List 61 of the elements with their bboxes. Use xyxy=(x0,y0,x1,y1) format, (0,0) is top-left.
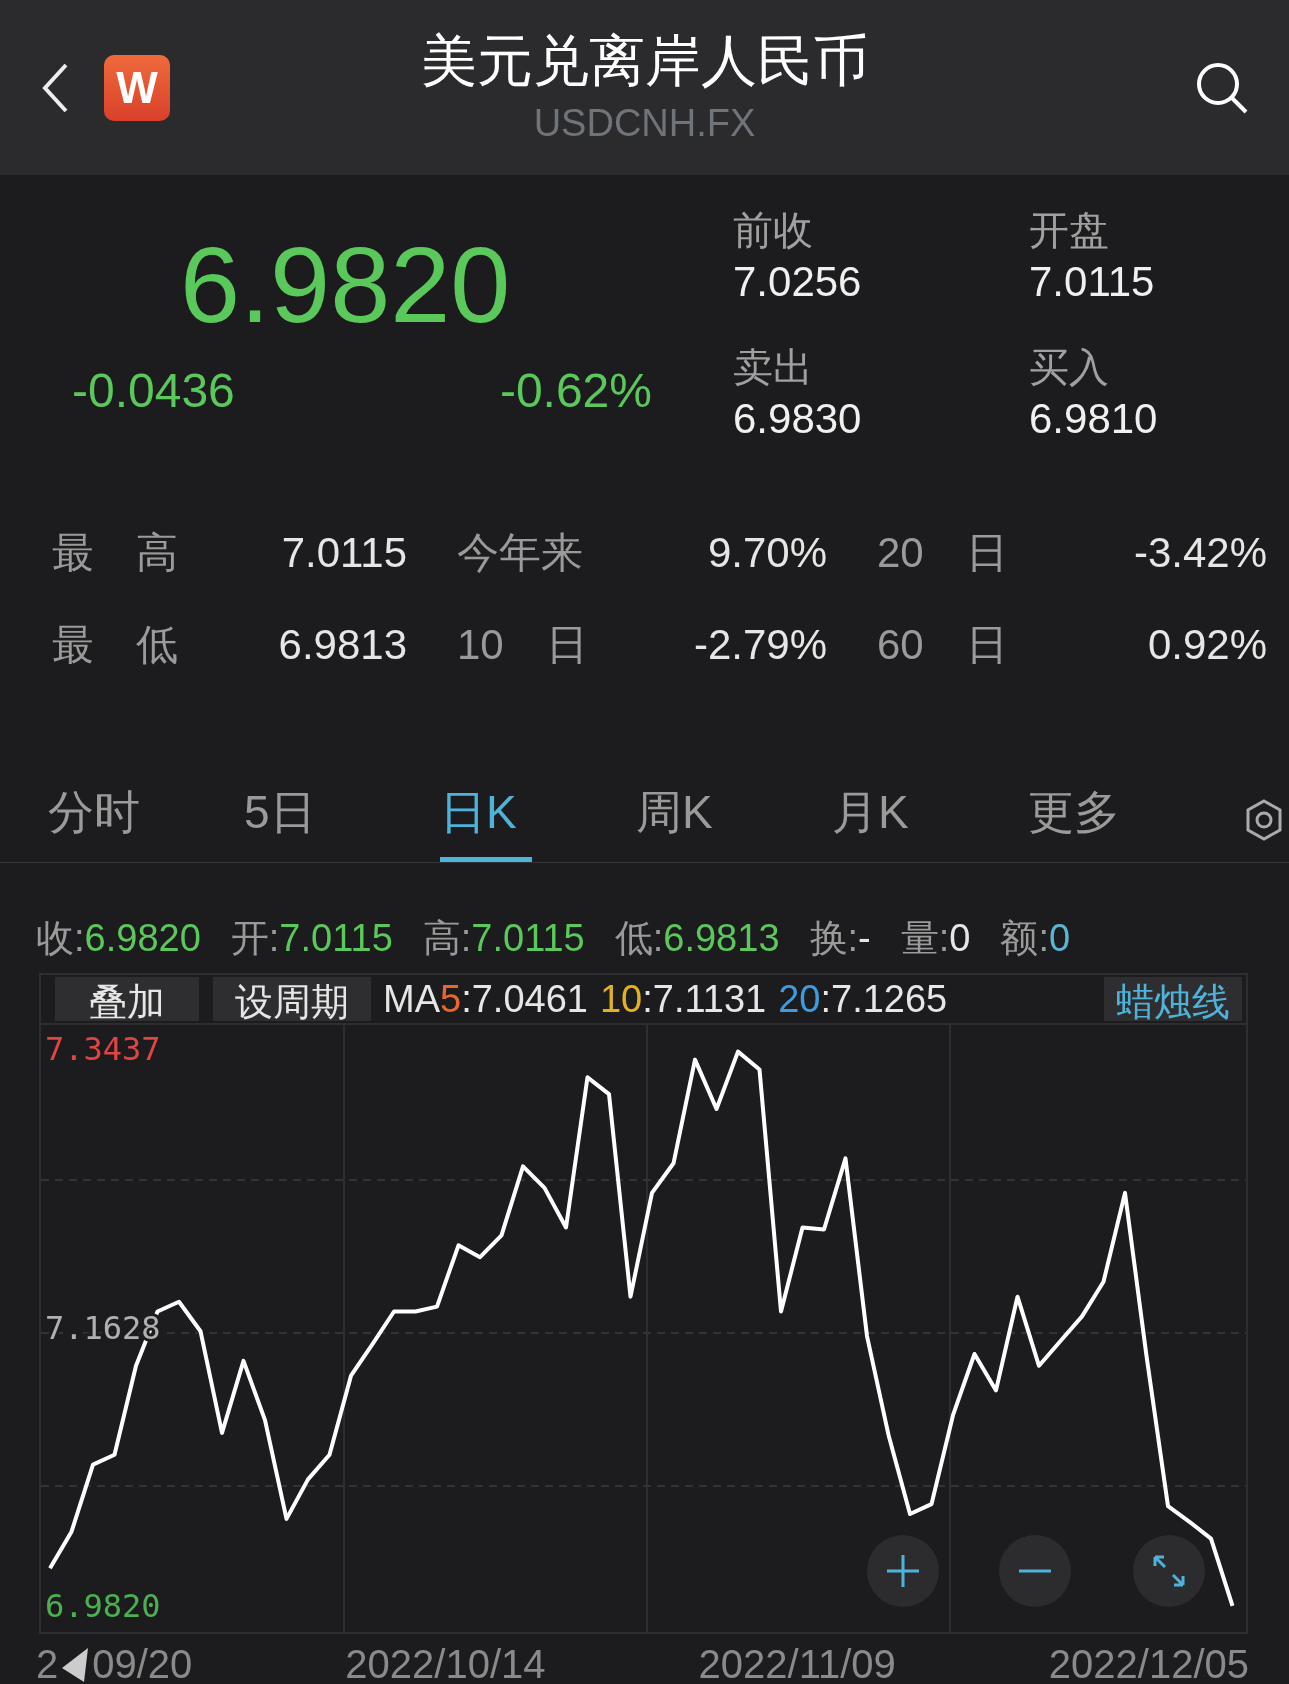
y-axis-label: 7.3437 xyxy=(45,1030,161,1069)
chart-tab[interactable]: 分时 xyxy=(48,782,244,862)
ma-period: 20 xyxy=(778,977,821,1021)
field-label: 买入 xyxy=(1029,344,1110,391)
ma-period: 5 xyxy=(440,977,462,1021)
field-label: 前收 xyxy=(733,207,814,254)
stat-label: 60 日 xyxy=(877,620,1009,670)
ohlc-reading: 换:- xyxy=(809,916,871,961)
x-axis-label: 2022/12/05 xyxy=(1048,1642,1249,1684)
ma-label: MA xyxy=(383,977,440,1021)
field-value: 6.9810 xyxy=(1029,394,1159,444)
last-price: 6.9820 xyxy=(180,225,512,345)
stat-label: 10 日 xyxy=(457,620,589,670)
x-axis-label: 09/20 xyxy=(92,1642,193,1684)
stat-label: 今年来 xyxy=(457,528,584,578)
ohlc-reading: 开:7.0115 xyxy=(230,916,393,961)
overlay-button[interactable]: 叠加 xyxy=(55,977,199,1021)
y-axis-label: 6.9820 xyxy=(45,1586,161,1625)
ma-value: :7.0461 xyxy=(461,977,588,1021)
stat-value: 7.0115 xyxy=(280,529,408,577)
ma-period: 10 xyxy=(599,977,643,1021)
stat-value: 6.9813 xyxy=(277,621,408,669)
x-axis-label: 2022/11/09 xyxy=(698,1642,896,1684)
stat-label: 最 高 xyxy=(52,528,179,578)
ohlc-reading: 低:6.9813 xyxy=(614,916,780,961)
chart-tab[interactable]: 5日 xyxy=(244,782,440,862)
field-label: 卖出 xyxy=(733,344,814,391)
ma-value: :7.1265 xyxy=(820,977,948,1021)
field-value: 6.9830 xyxy=(733,394,863,444)
stat-label: 最 低 xyxy=(52,620,179,670)
x-axis-label: 2022/10/14 xyxy=(345,1642,546,1684)
price-change: -0.0436 xyxy=(72,363,235,418)
chart-tab[interactable]: 周K xyxy=(636,782,832,862)
scroll-left-icon[interactable] xyxy=(60,1645,91,1684)
stat-value: -3.42% xyxy=(1132,529,1267,577)
field-value: 7.0256 xyxy=(733,257,863,307)
symbol-code: USDCNH.FX xyxy=(533,102,756,145)
ohlc-reading: 高:7.0115 xyxy=(422,916,585,961)
chart-tab[interactable]: 更多 xyxy=(1028,782,1224,862)
expand-icon xyxy=(1151,1553,1187,1589)
chart-tab[interactable]: 日K xyxy=(440,782,636,862)
plus-icon xyxy=(885,1553,921,1589)
field-label: 开盘 xyxy=(1029,207,1110,254)
ohlc-reading: 额:0 xyxy=(1000,916,1071,961)
app-logo[interactable]: W xyxy=(104,54,170,121)
ohlc-reading: 收:6.9820 xyxy=(36,916,201,961)
period-button[interactable]: 设周期 xyxy=(213,977,371,1021)
stat-label: 20 日 xyxy=(877,528,1009,578)
minus-icon xyxy=(1017,1569,1053,1573)
ma-value: :7.1131 xyxy=(642,977,767,1021)
percent-change: -0.62% xyxy=(499,363,652,418)
search-icon[interactable] xyxy=(1195,60,1249,115)
candlestick-button[interactable]: 蜡烛线 xyxy=(1104,977,1242,1021)
field-value: 7.0115 xyxy=(1029,257,1156,307)
chart-tab[interactable]: 月K xyxy=(832,782,1028,862)
page-title: 美元兑离岸人民币 xyxy=(420,28,869,94)
stat-value: -2.79% xyxy=(692,621,828,669)
x-axis-label: 2 xyxy=(36,1642,59,1684)
ohlc-reading: 量:0 xyxy=(900,916,971,961)
stat-value: 0.92% xyxy=(1146,621,1267,669)
stat-value: 9.70% xyxy=(706,529,828,577)
